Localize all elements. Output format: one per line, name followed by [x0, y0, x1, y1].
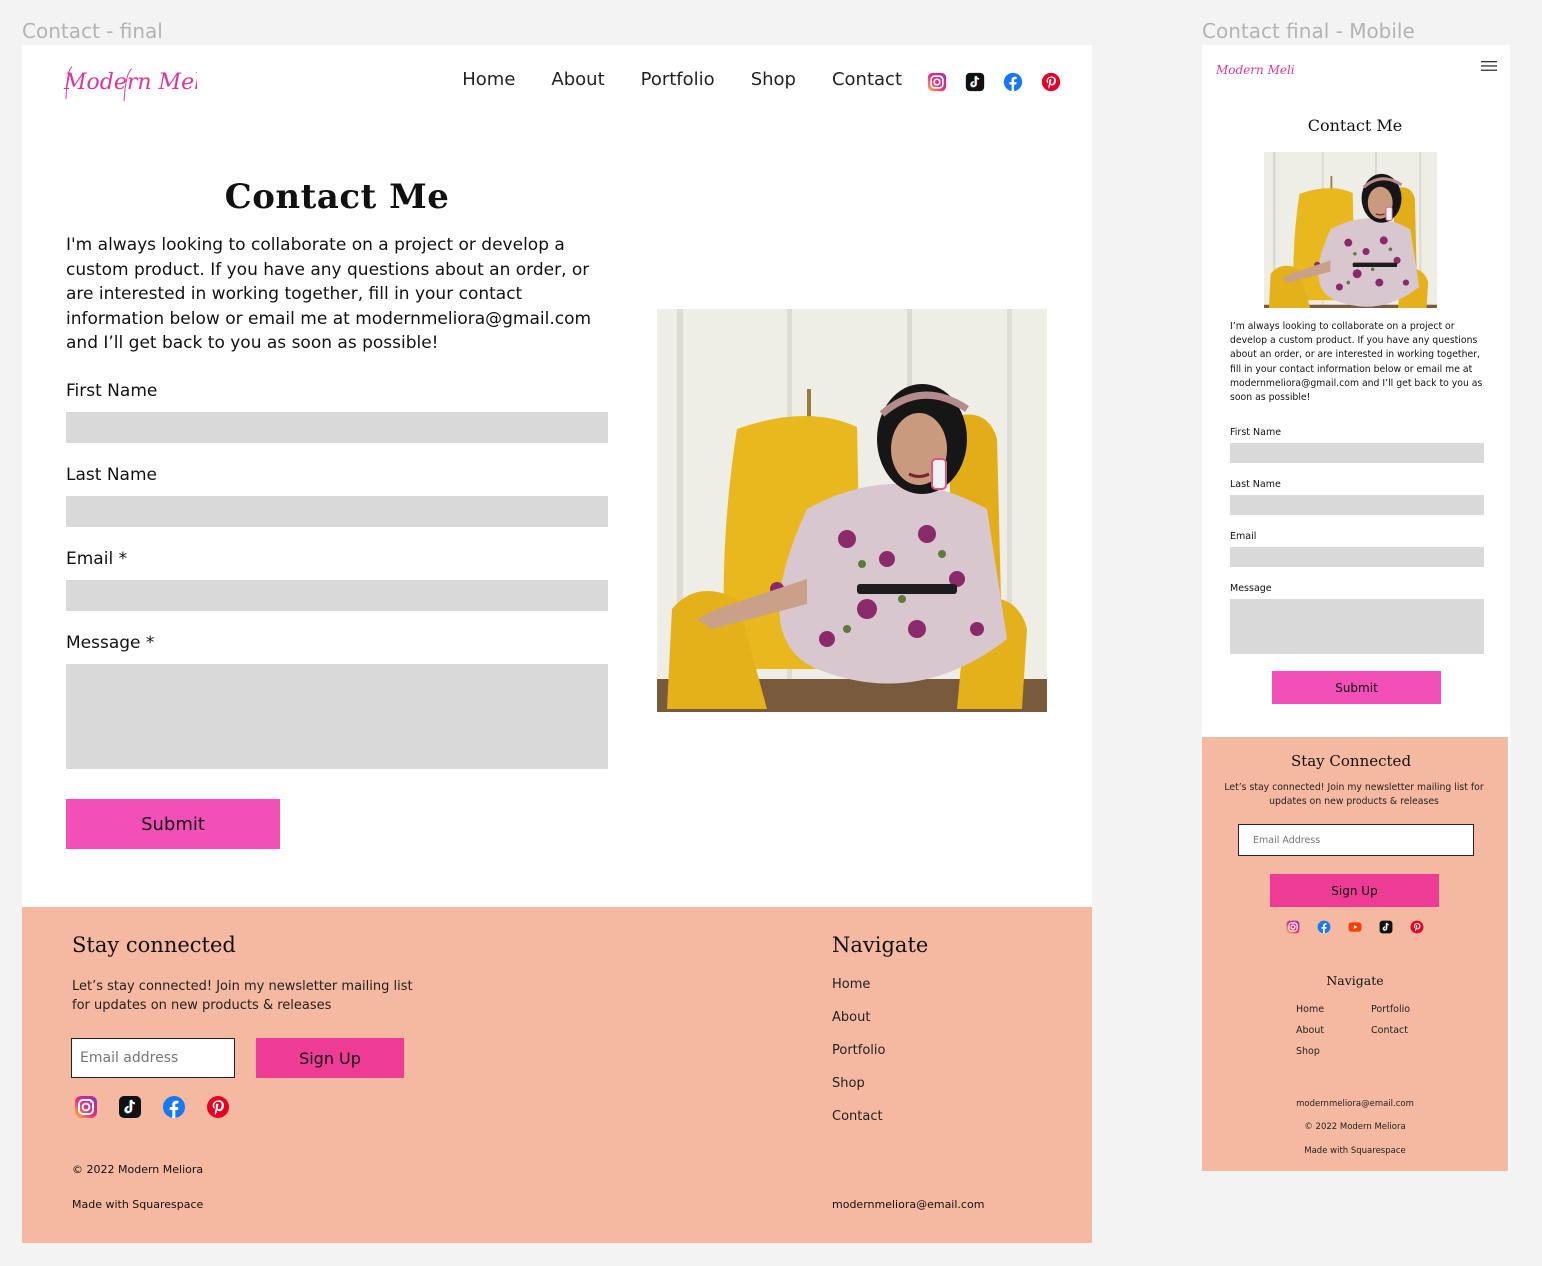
pinterest-icon[interactable] [1410, 920, 1424, 934]
intro-text: I'm always looking to collaborate on a p… [66, 235, 592, 353]
nav-home[interactable]: Home [462, 69, 515, 90]
mobile-sign-up-button[interactable]: Sign Up [1270, 874, 1439, 907]
page-title: Contact Me [224, 177, 450, 217]
footer-nav-title: Navigate [832, 933, 929, 957]
message-field[interactable] [66, 664, 608, 769]
instagram-icon[interactable] [1286, 920, 1300, 934]
mobile-last-name-label: Last Name [1230, 479, 1281, 490]
last-name-label: Last Name [66, 465, 157, 485]
logo-text: Modern Meliora [63, 70, 197, 95]
pinterest-icon[interactable] [206, 1095, 230, 1119]
mobile-footer-email[interactable]: modernmeliora@email.com [1202, 1099, 1508, 1109]
mobile-footer-nav-portfolio[interactable]: Portfolio [1371, 1004, 1426, 1015]
message-label: Message * [66, 633, 155, 653]
main-nav: Home About Portfolio Shop Contact [462, 69, 902, 90]
mobile-last-name-field[interactable] [1230, 495, 1484, 515]
footer-nav: Home About Portfolio Shop Contact [832, 977, 885, 1142]
mobile-footer-social-links [1286, 920, 1424, 934]
first-name-field[interactable] [66, 412, 608, 443]
email-field[interactable] [66, 580, 608, 611]
footer-nav-about[interactable]: About [832, 1010, 885, 1043]
instagram-icon[interactable] [74, 1095, 98, 1119]
footer-title: Stay connected [72, 933, 236, 957]
newsletter-email-input[interactable] [71, 1038, 235, 1078]
tiktok-icon[interactable] [118, 1095, 142, 1119]
footer-nav-shop[interactable]: Shop [832, 1076, 885, 1109]
mobile-footer-nav-home[interactable]: Home [1296, 1004, 1371, 1015]
sign-up-button[interactable]: Sign Up [256, 1038, 404, 1078]
footer-nav-portfolio[interactable]: Portfolio [832, 1043, 885, 1076]
nav-contact[interactable]: Contact [832, 69, 902, 90]
mobile-footer-nav: Home Portfolio About Contact Shop [1296, 1004, 1426, 1057]
mobile-footer-text: Let’s stay connected! Join my newsletter… [1224, 782, 1484, 807]
mobile-footer-title: Stay Connected [1290, 752, 1412, 770]
mobile-first-name-label: First Name [1230, 427, 1282, 438]
mobile-footer-nav-contact[interactable]: Contact [1371, 1025, 1426, 1036]
mobile-first-name-field[interactable] [1230, 443, 1484, 463]
mobile-intro-text: I’m always looking to collaborate on a p… [1230, 321, 1483, 404]
first-name-label: First Name [66, 381, 158, 401]
facebook-icon[interactable] [162, 1095, 186, 1119]
mobile-message-field[interactable] [1230, 599, 1484, 654]
desktop-frame: Modern Meliora Home About Portfolio Shop… [22, 45, 1092, 1243]
copyright: © 2022 Modern Meliora [72, 1163, 204, 1176]
footer-nav-contact[interactable]: Contact [832, 1109, 885, 1142]
hamburger-menu-icon[interactable] [1480, 59, 1498, 73]
nav-portfolio[interactable]: Portfolio [641, 69, 715, 90]
header-social-links [927, 72, 1061, 92]
mobile-logo[interactable]: Modern Meliora [1214, 55, 1294, 83]
mobile-footer-nav-title: Navigate [1326, 973, 1384, 988]
portrait-photo [657, 309, 1047, 712]
mobile-footer: Stay Connected Let’s stay connected! Joi… [1202, 737, 1508, 1171]
youtube-icon[interactable] [1348, 920, 1362, 934]
mobile-logo-text: Modern Meliora [1215, 63, 1294, 77]
mobile-made-with[interactable]: Made with Squarespace [1202, 1146, 1508, 1156]
footer-social-links [74, 1095, 230, 1119]
mobile-copyright: © 2022 Modern Meliora [1304, 1122, 1406, 1132]
instagram-icon[interactable] [927, 72, 947, 92]
footer-nav-home[interactable]: Home [832, 977, 885, 1010]
nav-shop[interactable]: Shop [751, 69, 796, 90]
mobile-footer-nav-about[interactable]: About [1296, 1025, 1371, 1036]
mobile-portrait-photo [1264, 152, 1437, 308]
submit-button[interactable]: Submit [66, 799, 280, 849]
footer-email[interactable]: modernmeliora@email.com [832, 1198, 984, 1211]
footer: Stay connected Let’s stay connected! Joi… [22, 907, 1092, 1243]
facebook-icon[interactable] [1003, 72, 1023, 92]
tiktok-icon[interactable] [1379, 920, 1393, 934]
tiktok-icon[interactable] [965, 72, 985, 92]
mobile-frame-label: Contact final - Mobile [1202, 19, 1415, 43]
mobile-page-title: Contact Me [1307, 116, 1403, 135]
pinterest-icon[interactable] [1041, 72, 1061, 92]
desktop-frame-label: Contact - final [22, 19, 163, 43]
email-label: Email * [66, 549, 128, 569]
nav-about[interactable]: About [551, 69, 604, 90]
mobile-email-field[interactable] [1230, 547, 1484, 567]
mobile-submit-button[interactable]: Submit [1272, 671, 1441, 704]
footer-text: Let’s stay connected! Join my newsletter… [72, 979, 413, 1013]
mobile-message-label: Message [1230, 583, 1272, 594]
logo[interactable]: Modern Meliora [62, 59, 197, 103]
last-name-field[interactable] [66, 496, 608, 527]
facebook-icon[interactable] [1317, 920, 1331, 934]
mobile-footer-nav-shop[interactable]: Shop [1296, 1046, 1371, 1057]
made-with[interactable]: Made with Squarespace [72, 1198, 203, 1211]
mobile-frame: Modern Meliora Contact Me I’m always loo… [1202, 45, 1510, 1171]
mobile-newsletter-email-input[interactable] [1238, 824, 1474, 856]
mobile-email-label: Email [1230, 531, 1257, 542]
